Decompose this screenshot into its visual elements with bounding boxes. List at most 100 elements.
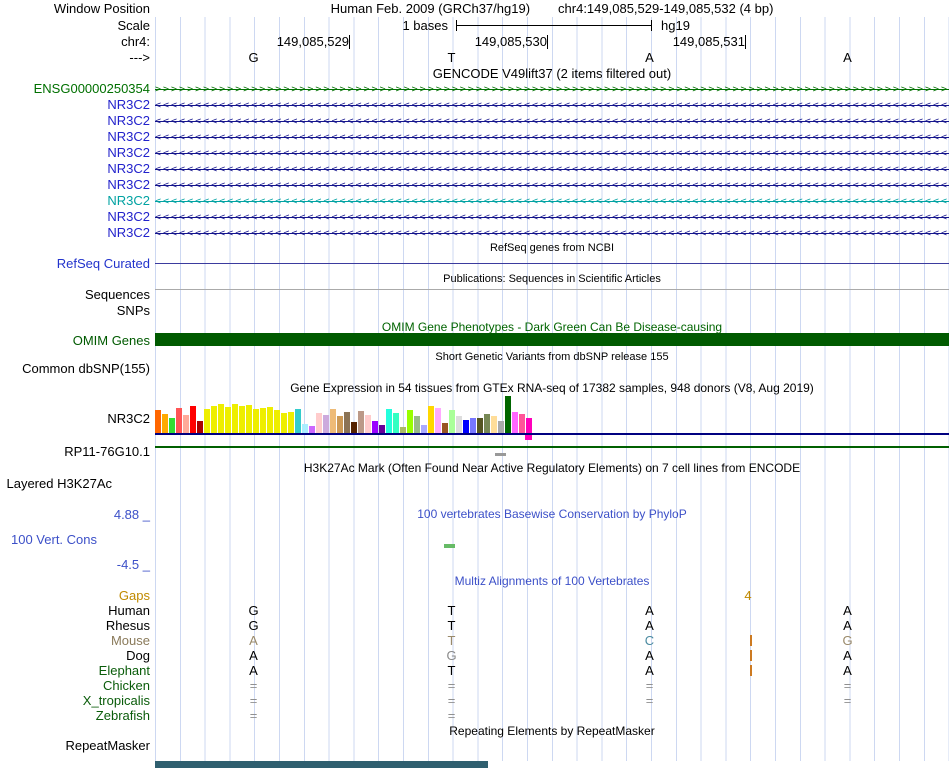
gtex-bar[interactable] bbox=[351, 422, 357, 433]
species-label-human[interactable]: Human bbox=[0, 603, 150, 618]
gtex-bar[interactable] bbox=[309, 426, 315, 433]
gtex-bar[interactable] bbox=[407, 410, 413, 433]
sequences-label[interactable]: Sequences bbox=[0, 287, 150, 302]
gtex-bar[interactable] bbox=[414, 416, 420, 433]
repeatmasker-label[interactable]: RepeatMasker bbox=[0, 738, 150, 753]
gtex-gene-label[interactable]: NR3C2 bbox=[0, 411, 150, 426]
transcript-label[interactable]: NR3C2 bbox=[0, 193, 150, 208]
rp11-gene-line[interactable] bbox=[155, 446, 949, 448]
gtex-bar[interactable] bbox=[463, 420, 469, 433]
transcript-label[interactable]: NR3C2 bbox=[0, 161, 150, 176]
alignment-row-dog[interactable]: AGAA bbox=[155, 648, 949, 663]
gtex-bar[interactable] bbox=[365, 415, 371, 433]
gtex-bar[interactable] bbox=[372, 421, 378, 433]
gtex-bar[interactable] bbox=[232, 404, 238, 433]
gtex-bar[interactable] bbox=[169, 418, 175, 433]
transcript-label[interactable]: NR3C2 bbox=[0, 129, 150, 144]
rp11-gene-label[interactable]: RP11-76G10.1 bbox=[0, 444, 150, 459]
gtex-bar[interactable] bbox=[260, 408, 266, 433]
transcript-label[interactable]: NR3C2 bbox=[0, 225, 150, 240]
gtex-bar[interactable] bbox=[393, 413, 399, 433]
repeat-element-bar[interactable] bbox=[155, 761, 488, 768]
gtex-bar[interactable] bbox=[190, 406, 196, 433]
gtex-bar[interactable] bbox=[358, 411, 364, 433]
alignment-row-elephant[interactable]: ATAA bbox=[155, 663, 949, 678]
gtex-bar[interactable] bbox=[421, 425, 427, 433]
sequence-track[interactable]: G T A A bbox=[155, 50, 949, 65]
gene-row-ensg[interactable]: >>>>>>>>>>>>>>>>>>>>>>>>>>>>>>>>>>>>>>>>… bbox=[155, 81, 949, 97]
gtex-bar[interactable] bbox=[498, 421, 504, 433]
gtex-bar[interactable] bbox=[330, 409, 336, 433]
transcript-label[interactable]: NR3C2 bbox=[0, 177, 150, 192]
gaps-label[interactable]: Gaps bbox=[0, 588, 150, 603]
gtex-bar[interactable] bbox=[470, 418, 476, 433]
gtex-bar[interactable] bbox=[267, 407, 273, 433]
gtex-bar[interactable] bbox=[379, 425, 385, 433]
gtex-bar[interactable] bbox=[197, 421, 203, 433]
gtex-bar[interactable] bbox=[295, 409, 301, 433]
species-label-dog[interactable]: Dog bbox=[0, 648, 150, 663]
gtex-bar[interactable] bbox=[253, 409, 259, 433]
alignment-row-zebrafish[interactable]: = = bbox=[155, 708, 949, 723]
alignment-row-mouse[interactable]: ATCG bbox=[155, 633, 949, 648]
gtex-bar[interactable] bbox=[274, 410, 280, 433]
gtex-bar[interactable] bbox=[225, 407, 231, 433]
transcript-row[interactable]: <<<<<<<<<<<<<<<<<<<<<<<<<<<<<<<<<<<<<<<<… bbox=[155, 113, 949, 129]
gtex-bar[interactable] bbox=[337, 416, 343, 433]
gtex-bar[interactable] bbox=[183, 415, 189, 433]
transcript-row[interactable]: <<<<<<<<<<<<<<<<<<<<<<<<<<<<<<<<<<<<<<<<… bbox=[155, 161, 949, 177]
transcript-label[interactable]: NR3C2 bbox=[0, 145, 150, 160]
species-label-zebrafish[interactable]: Zebrafish bbox=[0, 708, 150, 723]
omim-gene-bar[interactable] bbox=[155, 333, 949, 346]
gtex-bar[interactable] bbox=[435, 408, 441, 433]
gtex-bar[interactable] bbox=[155, 410, 161, 433]
gtex-bar[interactable] bbox=[456, 416, 462, 433]
transcript-row[interactable]: <<<<<<<<<<<<<<<<<<<<<<<<<<<<<<<<<<<<<<<<… bbox=[155, 129, 949, 145]
conservation-track-label[interactable]: 100 Vert. Cons bbox=[0, 532, 97, 547]
gtex-bar[interactable] bbox=[239, 406, 245, 433]
common-dbsnp-label[interactable]: Common dbSNP(155) bbox=[0, 361, 150, 376]
gtex-bar[interactable] bbox=[162, 414, 168, 433]
gene-label-ensg[interactable]: ENSG00000250354 bbox=[0, 81, 150, 96]
gtex-bar[interactable] bbox=[211, 406, 217, 433]
transcript-row[interactable]: <<<<<<<<<<<<<<<<<<<<<<<<<<<<<<<<<<<<<<<<… bbox=[155, 145, 949, 161]
gtex-bar[interactable] bbox=[428, 406, 434, 433]
alignment-row-human[interactable]: GTAA bbox=[155, 603, 949, 618]
transcript-label[interactable]: NR3C2 bbox=[0, 209, 150, 224]
gtex-bar[interactable] bbox=[484, 414, 490, 433]
gtex-bar[interactable] bbox=[477, 418, 483, 433]
transcript-row[interactable]: <<<<<<<<<<<<<<<<<<<<<<<<<<<<<<<<<<<<<<<<… bbox=[155, 97, 949, 113]
gtex-bar[interactable] bbox=[246, 405, 252, 433]
transcript-row[interactable]: <<<<<<<<<<<<<<<<<<<<<<<<<<<<<<<<<<<<<<<<… bbox=[155, 225, 949, 241]
gtex-bar[interactable] bbox=[491, 416, 497, 433]
transcript-label[interactable]: NR3C2 bbox=[0, 97, 150, 112]
gtex-bar[interactable] bbox=[512, 412, 518, 433]
species-label-x_tropicalis[interactable]: X_tropicalis bbox=[0, 693, 150, 708]
gtex-expression-bars[interactable] bbox=[155, 395, 949, 433]
layered-h3k27ac-label[interactable]: Layered H3K27Ac bbox=[0, 476, 112, 491]
transcript-row[interactable]: <<<<<<<<<<<<<<<<<<<<<<<<<<<<<<<<<<<<<<<<… bbox=[155, 177, 949, 193]
gtex-bar[interactable] bbox=[344, 412, 350, 433]
gtex-bar[interactable] bbox=[302, 424, 308, 433]
alignment-row-chicken[interactable]: = = = = bbox=[155, 678, 949, 693]
gtex-bar[interactable] bbox=[281, 413, 287, 433]
species-label-elephant[interactable]: Elephant bbox=[0, 663, 150, 678]
gtex-bar[interactable] bbox=[204, 409, 210, 433]
refseq-curated-label[interactable]: RefSeq Curated bbox=[0, 256, 150, 271]
gtex-bar[interactable] bbox=[519, 414, 525, 433]
position-ruler[interactable]: 149,085,529 149,085,530 149,085,531 bbox=[155, 34, 949, 50]
gtex-bar[interactable] bbox=[176, 408, 182, 433]
alignment-row-rhesus[interactable]: GTAA bbox=[155, 618, 949, 633]
gtex-bar[interactable] bbox=[526, 418, 532, 433]
species-label-chicken[interactable]: Chicken bbox=[0, 678, 150, 693]
species-label-rhesus[interactable]: Rhesus bbox=[0, 618, 150, 633]
alignment-row-x_tropicalis[interactable]: = = = = bbox=[155, 693, 949, 708]
gtex-bar[interactable] bbox=[386, 409, 392, 433]
transcript-label[interactable]: NR3C2 bbox=[0, 113, 150, 128]
gtex-bar[interactable] bbox=[288, 412, 294, 433]
transcript-row[interactable]: <<<<<<<<<<<<<<<<<<<<<<<<<<<<<<<<<<<<<<<<… bbox=[155, 193, 949, 209]
snps-label[interactable]: SNPs bbox=[0, 303, 150, 318]
gtex-bar[interactable] bbox=[442, 423, 448, 433]
gtex-bar[interactable] bbox=[316, 413, 322, 433]
gtex-bar[interactable] bbox=[218, 404, 224, 433]
